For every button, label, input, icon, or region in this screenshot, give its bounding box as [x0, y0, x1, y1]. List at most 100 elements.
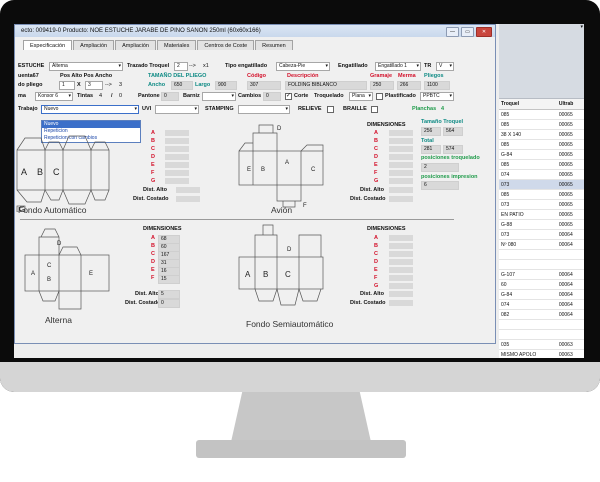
col-troquel[interactable]: Troquel: [499, 99, 557, 110]
list-item[interactable]: G-107 00064: [499, 269, 584, 280]
list-item[interactable]: [499, 329, 584, 340]
tipo-engatillado-select[interactable]: Cabeza-Pie: [276, 62, 330, 71]
dim-input-f[interactable]: [165, 170, 189, 176]
posiciones-troquelado-input[interactable]: 2: [421, 163, 459, 172]
pliegos-input[interactable]: 1100: [424, 81, 450, 90]
dim-input-d[interactable]: [389, 259, 413, 265]
list-item[interactable]: EN PATIO 00065: [499, 209, 584, 220]
dim-input-a[interactable]: [389, 130, 413, 136]
tab-materiales[interactable]: Materiales: [156, 40, 197, 50]
dist-costado-box-1[interactable]: [176, 196, 200, 202]
estuche-select[interactable]: Alterna: [49, 62, 123, 71]
dim-input-a[interactable]: [165, 130, 189, 136]
gramaje-input[interactable]: 250: [370, 81, 394, 90]
largo-input[interactable]: 900: [215, 81, 237, 90]
dim-input-f[interactable]: [389, 170, 413, 176]
tab-ampliacion-1[interactable]: Ampliación: [73, 40, 115, 50]
stamping-select[interactable]: [238, 105, 290, 114]
list-item[interactable]: 085 00065: [499, 119, 584, 130]
ancho-input[interactable]: 650: [171, 81, 193, 90]
close-button[interactable]: ✕: [476, 27, 492, 37]
plastificado-select[interactable]: PPBTC: [420, 92, 454, 101]
list-item[interactable]: 38 X 140 00065: [499, 129, 584, 140]
list-item[interactable]: 085 00065: [499, 159, 584, 170]
dist-costado-box-4[interactable]: [389, 300, 413, 306]
list-item[interactable]: 082 00064: [499, 309, 584, 320]
dim-input-b[interactable]: [165, 138, 189, 144]
dist-alto-box-1[interactable]: [176, 187, 200, 193]
trabajo-select[interactable]: Nuevo: [41, 105, 139, 114]
dim-input-c[interactable]: [389, 251, 413, 257]
dim-input-f[interactable]: 15: [158, 275, 180, 284]
tab-resumen[interactable]: Resumen: [255, 40, 293, 50]
list-item[interactable]: MISMO APOLO 00063: [499, 349, 584, 358]
list-item[interactable]: 085 00065: [499, 189, 584, 200]
total-b[interactable]: 574: [443, 145, 463, 154]
pliego-input[interactable]: 1: [59, 81, 75, 90]
dist-costado-box-2[interactable]: [389, 196, 413, 202]
list-item[interactable]: G-84 00064: [499, 289, 584, 300]
x-input[interactable]: 3: [85, 81, 103, 90]
dim-input-c[interactable]: [389, 146, 413, 152]
codigo-input[interactable]: 307: [247, 81, 281, 90]
tamano-troquel-b[interactable]: 564: [443, 127, 463, 136]
uvi-select[interactable]: [155, 105, 199, 114]
list-item[interactable]: 60 00064: [499, 279, 584, 290]
dist-alto-input-3[interactable]: 5: [158, 290, 180, 299]
list-item[interactable]: 073 00064: [499, 229, 584, 240]
dim-input-c[interactable]: [165, 146, 189, 152]
dist-alto-box-2[interactable]: [389, 187, 413, 193]
dim-input-a[interactable]: [389, 235, 413, 241]
dist-costado-input-3[interactable]: 0: [158, 299, 180, 308]
list-item[interactable]: G-88 00065: [499, 219, 584, 230]
tab-centros-coste[interactable]: Centros de Coste: [197, 40, 255, 50]
maximize-button[interactable]: ▭: [461, 27, 474, 37]
list-item[interactable]: 035 00063: [499, 339, 584, 350]
barniz-select[interactable]: [202, 92, 236, 101]
engatillado-select[interactable]: Engatillado 1: [375, 62, 421, 71]
descripcion-input[interactable]: FOLDING BIBLANCO: [285, 81, 367, 90]
dim-input-e[interactable]: [389, 162, 413, 168]
braille-checkbox[interactable]: [371, 106, 378, 113]
dim-input-g[interactable]: [165, 178, 189, 184]
list-item[interactable]: 074 00064: [499, 299, 584, 310]
plastificado-checkbox[interactable]: [376, 93, 383, 100]
list-item[interactable]: [499, 319, 584, 330]
list-item[interactable]: 073 00065: [499, 199, 584, 210]
dim-input-b[interactable]: [389, 138, 413, 144]
cambios-input[interactable]: 0: [263, 92, 281, 101]
dim-input-f[interactable]: [389, 275, 413, 281]
corte-checkbox[interactable]: [285, 92, 292, 100]
total-a[interactable]: 281: [421, 145, 441, 154]
dim-input-d[interactable]: [165, 154, 189, 160]
list-item[interactable]: 085 00065: [499, 139, 584, 150]
list-item[interactable]: Nº 080 00064: [499, 239, 584, 250]
tamano-troquel-a[interactable]: 256: [421, 127, 441, 136]
dist-alto-box-4[interactable]: [389, 291, 413, 297]
maquina-select[interactable]: Konsor 6: [35, 92, 73, 101]
dim-input-d[interactable]: [389, 154, 413, 160]
trazado-input[interactable]: 2: [174, 62, 188, 71]
tab-ampliacion-2[interactable]: Ampliación: [115, 40, 156, 50]
merma-input[interactable]: 266: [397, 81, 421, 90]
list-item[interactable]: 085 00065: [499, 109, 584, 120]
posiciones-impresion-input[interactable]: 6: [421, 181, 459, 190]
list-item[interactable]: G-84 00065: [499, 149, 584, 160]
tab-especificacion[interactable]: Especificación: [23, 40, 73, 50]
list-item[interactable]: [499, 259, 584, 270]
pantone-input[interactable]: 0: [161, 92, 179, 101]
troquel-table[interactable]: Troquel Ultrab 085 00065 085 00065 38 X 140 0…: [499, 99, 584, 358]
relieve-checkbox[interactable]: [327, 106, 334, 113]
list-item[interactable]: 073 00065: [499, 179, 584, 190]
tr-select[interactable]: V: [436, 62, 454, 71]
troquelado-select[interactable]: Plana: [349, 92, 373, 101]
dim-input-e[interactable]: [389, 267, 413, 273]
dim-input-g[interactable]: [389, 283, 413, 289]
dim-input-e[interactable]: [165, 162, 189, 168]
col-ultrab[interactable]: Ultrab: [556, 99, 584, 110]
list-item[interactable]: [499, 249, 584, 260]
minimize-button[interactable]: —: [446, 27, 459, 37]
dim-input-b[interactable]: [389, 243, 413, 249]
list-item[interactable]: 074 00065: [499, 169, 584, 180]
dim-input-g[interactable]: [389, 178, 413, 184]
